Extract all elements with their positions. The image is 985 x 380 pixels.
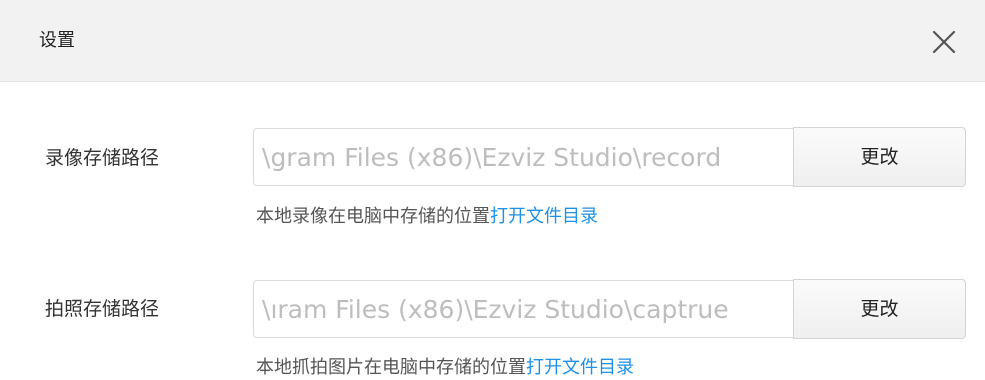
capture-hint-text: 本地抓拍图片在电脑中存储的位置 xyxy=(256,357,526,378)
record-hint: 本地录像在电脑中存储的位置打开文件目录 xyxy=(256,205,598,229)
title-bar: 设置 xyxy=(0,0,985,82)
capture-path-label: 拍照存储路径 xyxy=(45,298,160,320)
record-path-input[interactable] xyxy=(253,128,797,186)
close-button[interactable] xyxy=(929,27,959,57)
dialog-title: 设置 xyxy=(39,30,75,51)
record-hint-text: 本地录像在电脑中存储的位置 xyxy=(256,206,490,227)
capture-hint: 本地抓拍图片在电脑中存储的位置打开文件目录 xyxy=(256,356,634,380)
record-change-button[interactable]: 更改 xyxy=(793,127,966,187)
capture-path-input[interactable] xyxy=(253,280,797,338)
capture-open-folder-link[interactable]: 打开文件目录 xyxy=(526,357,634,378)
capture-change-button[interactable]: 更改 xyxy=(793,279,966,339)
settings-dialog: 设置 录像存储路径 更改 本地录像在电脑中存储的位置打开文件目录 拍照存储路径 … xyxy=(0,0,985,380)
record-path-label: 录像存储路径 xyxy=(45,147,160,169)
record-open-folder-link[interactable]: 打开文件目录 xyxy=(490,206,598,227)
close-icon xyxy=(932,30,956,54)
